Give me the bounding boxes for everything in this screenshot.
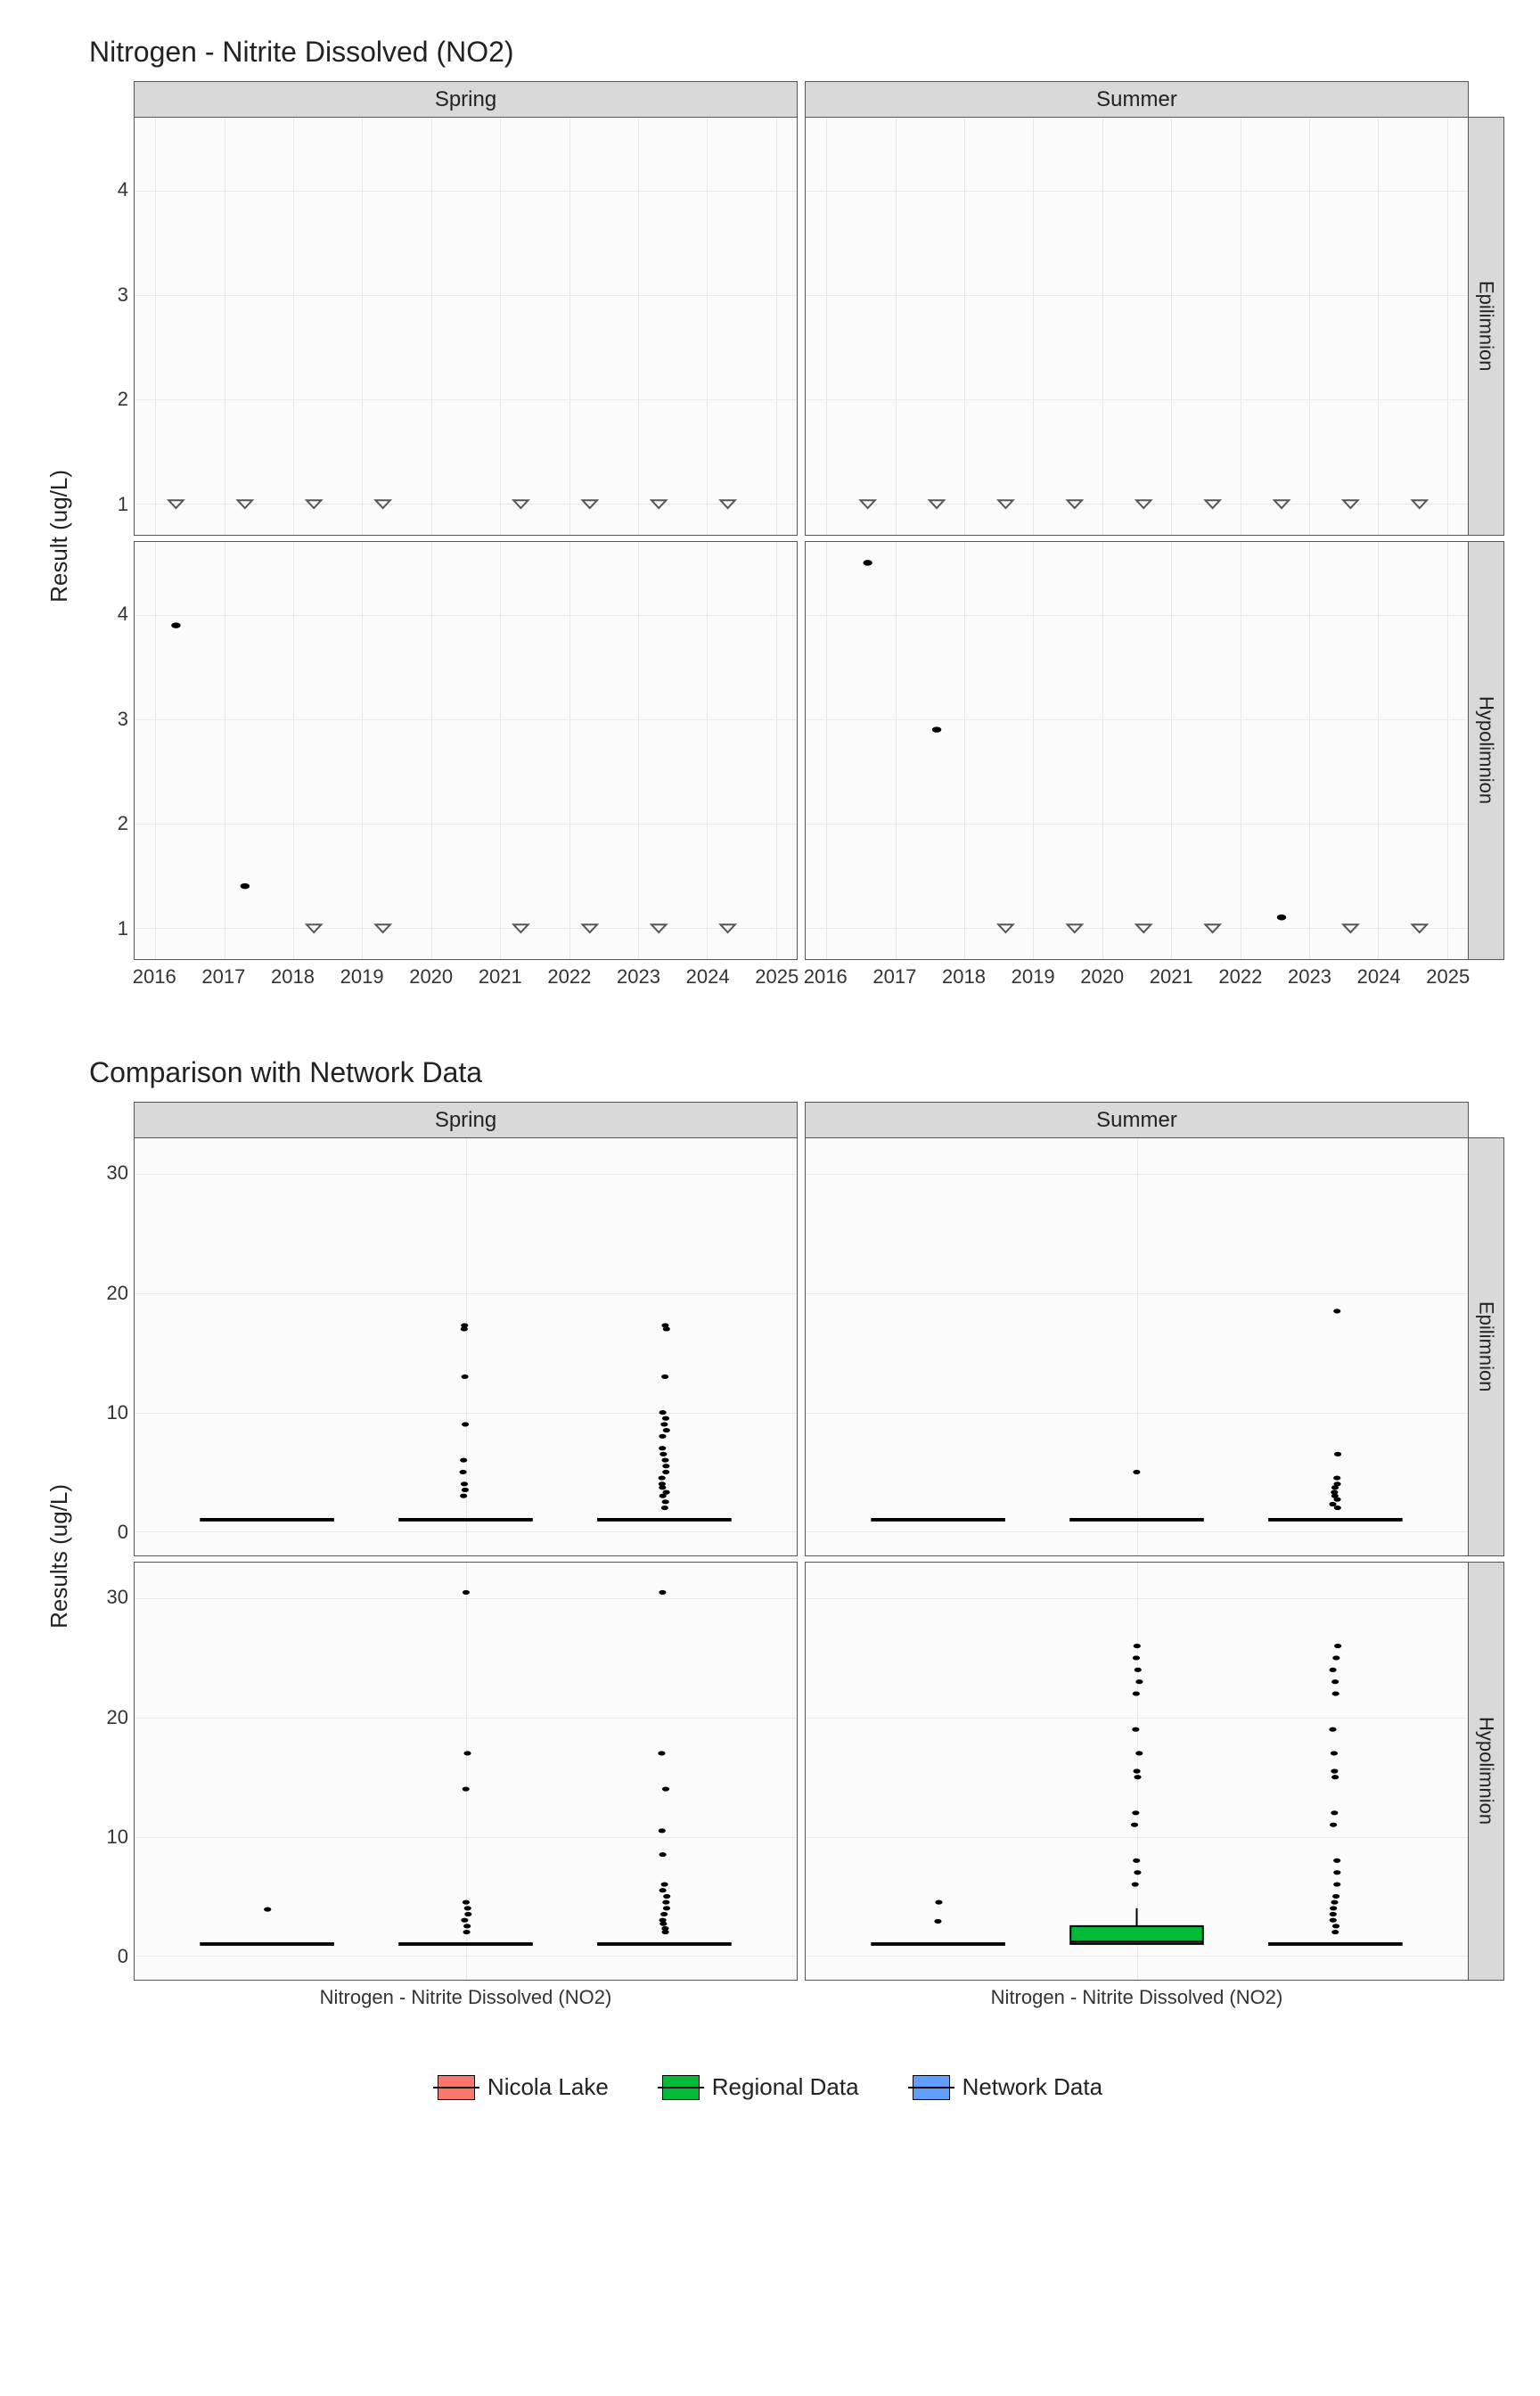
legend-key-icon (438, 2075, 475, 2100)
legend-item-network: Network Data (913, 2073, 1103, 2101)
facet-col-spring: Spring (134, 81, 798, 117)
facet-col-summer: Summer (805, 1102, 1469, 1137)
legend-key-icon (662, 2075, 700, 2100)
timeseries-chart: Nitrogen - Nitrite Dissolved (NO2) Resul… (36, 36, 1504, 994)
legend-label: Network Data (962, 2073, 1103, 2101)
legend-item-nicola: Nicola Lake (438, 2073, 609, 2101)
x-axis-label: Nitrogen - Nitrite Dissolved (NO2) (134, 1986, 798, 2009)
panel-summer-hypo (805, 1562, 1469, 1981)
x-axis-label: Nitrogen - Nitrite Dissolved (NO2) (805, 1986, 1469, 2009)
panel-spring-hypo (134, 1562, 798, 1981)
y-axis-label: Results (ug/L) (45, 1484, 73, 1629)
legend-item-regional: Regional Data (662, 2073, 859, 2101)
facet-row-hypo: Hypolimnion (1469, 1562, 1504, 1981)
panel-spring-epi (134, 117, 798, 536)
legend: Nicola Lake Regional Data Network Data (36, 2073, 1504, 2101)
facet-row-epi: Epilimnion (1469, 117, 1504, 536)
facet-row-epi: Epilimnion (1469, 1137, 1504, 1556)
box-compare-chart: Comparison with Network Data Results (ug… (36, 1056, 1504, 2011)
legend-label: Regional Data (712, 2073, 859, 2101)
panel-summer-epi (805, 117, 1469, 536)
legend-label: Nicola Lake (487, 2073, 609, 2101)
facet-row-hypo: Hypolimnion (1469, 541, 1504, 960)
facet-col-summer: Summer (805, 81, 1469, 117)
chart-title: Comparison with Network Data (89, 1056, 1504, 1089)
legend-key-icon (913, 2075, 950, 2100)
panel-spring-hypo (134, 541, 798, 960)
facet-col-spring: Spring (134, 1102, 798, 1137)
y-axis-label: Result (ug/L) (45, 470, 73, 603)
panel-spring-epi (134, 1137, 798, 1556)
panel-summer-epi (805, 1137, 1469, 1556)
chart-title: Nitrogen - Nitrite Dissolved (NO2) (89, 36, 1504, 69)
panel-summer-hypo (805, 541, 1469, 960)
